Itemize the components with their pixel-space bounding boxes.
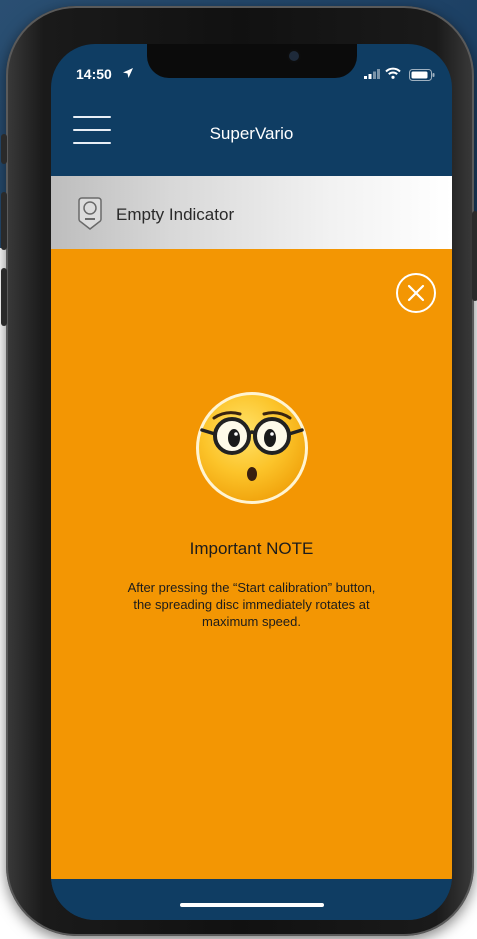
close-button[interactable] (396, 273, 436, 313)
empty-indicator-icon (78, 197, 102, 230)
wifi-icon (385, 67, 401, 79)
mute-switch (1, 134, 7, 164)
battery-icon (409, 69, 435, 81)
note-body-line: the spreading disc immediately rotates a… (133, 597, 370, 612)
power-button (472, 211, 477, 301)
status-time: 14:50 (76, 66, 112, 82)
note-body: After pressing the “Start calibration” b… (81, 579, 422, 630)
home-indicator[interactable] (180, 903, 324, 907)
front-camera (289, 51, 299, 61)
section-title: Empty Indicator (116, 205, 235, 224)
phone-screen: 14:50 SuperVario Empty Indicator Importa… (51, 44, 452, 920)
app-title: SuperVario (209, 124, 294, 143)
note-content: Important NOTE After pressing the “Start… (51, 249, 452, 879)
signal-icon (364, 69, 380, 79)
note-body-line: After pressing the “Start calibration” b… (127, 580, 376, 595)
volume-up-button (1, 192, 7, 250)
note-title: Important NOTE (189, 539, 314, 558)
location-arrow-icon (123, 68, 133, 78)
note-body-line: maximum speed. (202, 614, 301, 629)
phone-frame: 14:50 SuperVario Empty Indicator Importa… (1, 6, 477, 936)
bottom-bar (51, 879, 452, 920)
nerd-face-emoji-icon (196, 392, 308, 504)
section-bar: Empty Indicator (51, 176, 452, 249)
volume-down-button (1, 268, 7, 326)
close-icon (407, 284, 425, 302)
app-header: SuperVario (51, 96, 452, 176)
notch (147, 44, 357, 78)
